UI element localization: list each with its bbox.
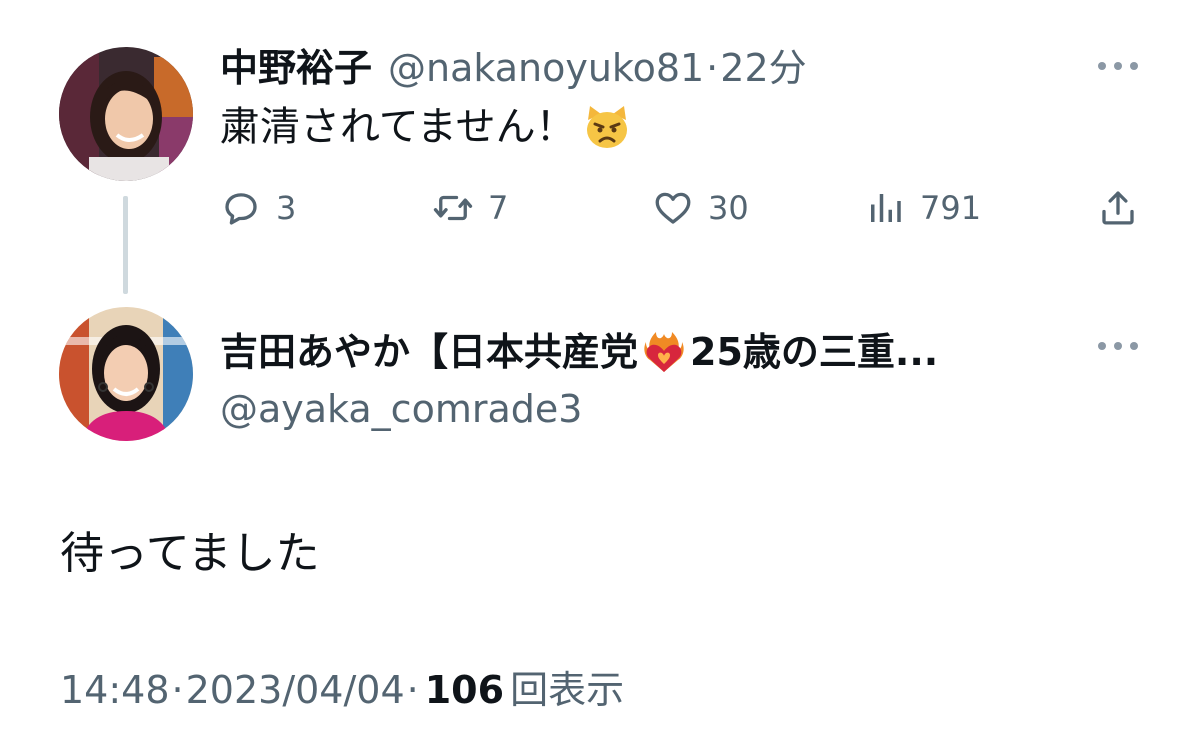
tweet-body: 粛清されてません！ <box>220 104 576 150</box>
username[interactable]: @nakanoyuko81 <box>388 44 704 92</box>
tweet-body: 待ってました <box>60 528 320 579</box>
analytics-bar-icon <box>871 194 901 222</box>
separator-dot: · <box>171 668 184 712</box>
view-label: 回表示 <box>510 668 625 712</box>
share-icon <box>1102 191 1134 225</box>
share-button[interactable] <box>1097 186 1139 230</box>
tweet-header: 中野裕子 @nakanoyuko81 · 22分 <box>220 44 807 92</box>
tweet-actions: 3 7 30 791 <box>0 186 1200 230</box>
heart-on-fire-icon <box>644 332 684 372</box>
retweet-button[interactable]: 7 <box>432 186 508 230</box>
pouting-cat-icon <box>586 106 627 148</box>
reply-count: 3 <box>276 189 297 227</box>
tweet-date[interactable]: 2023/04/04 <box>186 666 405 714</box>
avatar[interactable] <box>59 307 193 441</box>
username[interactable]: @ayaka_comrade3 <box>220 385 582 433</box>
separator-dot: · <box>706 46 719 90</box>
views-button[interactable]: 791 <box>864 186 981 230</box>
like-button[interactable]: 30 <box>652 186 749 230</box>
tweet-time[interactable]: 14:48 <box>60 666 170 714</box>
separator-dot: · <box>406 668 419 712</box>
more-options-icon[interactable] <box>1098 339 1138 353</box>
display-name-prefix: 吉田あやか【日本共産党 <box>220 330 639 374</box>
view-count: 106 <box>424 668 505 712</box>
tweet-metadata: 14:48 · 2023/04/04 · 106 回表示 <box>60 666 624 714</box>
retweet-icon <box>433 195 473 221</box>
tweet-thread: 中野裕子 @nakanoyuko81 · 22分 粛清されてません！ 3 7 3… <box>0 0 1200 738</box>
reply-icon <box>225 193 257 225</box>
more-options-icon[interactable] <box>1098 59 1138 73</box>
views-count: 791 <box>920 189 982 227</box>
heart-icon <box>655 192 691 224</box>
profile-photo-icon <box>59 47 193 181</box>
like-count: 30 <box>708 189 749 227</box>
timestamp[interactable]: 22分 <box>720 44 806 92</box>
profile-photo-icon <box>59 307 193 441</box>
avatar[interactable] <box>59 47 193 181</box>
tweet-text: 粛清されてません！ <box>220 102 632 152</box>
display-name-suffix: 25歳の三重... <box>690 330 939 374</box>
retweet-count: 7 <box>488 189 509 227</box>
tweet-header[interactable]: 吉田あやか【日本共産党 25歳の三重... <box>220 328 938 376</box>
reply-button[interactable]: 3 <box>220 186 296 230</box>
display-name[interactable]: 中野裕子 <box>220 44 372 92</box>
